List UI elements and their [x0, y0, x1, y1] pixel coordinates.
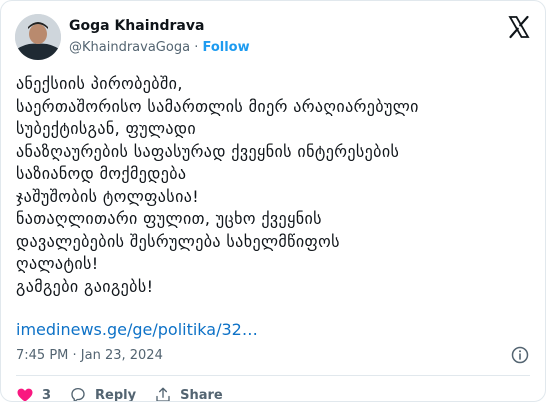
timestamp[interactable]: 7:45 PM · Jan 23, 2024 — [16, 347, 163, 365]
tweet-card: Goga Khaindrava @KhaindravaGoga · Follow… — [0, 0, 546, 402]
info-icon[interactable] — [511, 346, 529, 364]
reply-button[interactable]: Reply — [69, 386, 137, 402]
tweet-link[interactable]: imedinews.ge/ge/politika/32… — [16, 320, 258, 340]
user-handle[interactable]: @KhaindravaGoga — [69, 40, 190, 55]
x-logo-icon[interactable] — [507, 15, 531, 39]
avatar[interactable] — [15, 14, 61, 60]
reply-label: Reply — [95, 387, 137, 402]
heart-icon — [17, 388, 33, 401]
divider — [16, 375, 530, 376]
share-icon — [156, 387, 170, 401]
share-button[interactable]: Share — [154, 386, 223, 402]
action-bar: 3 Reply Share — [16, 381, 241, 402]
follow-button[interactable]: Follow — [202, 40, 249, 55]
like-button[interactable]: 3 — [16, 386, 52, 402]
handle-row: @KhaindravaGoga · Follow — [69, 39, 250, 57]
like-count: 3 — [42, 387, 52, 402]
share-label: Share — [180, 387, 223, 402]
display-name[interactable]: Goga Khaindrava — [69, 17, 204, 35]
reply-icon — [71, 387, 85, 401]
separator-dot: · — [194, 40, 199, 55]
tweet-text: ანექსიის პირობებში, საერთაშორისო სამართლ… — [16, 74, 419, 296]
